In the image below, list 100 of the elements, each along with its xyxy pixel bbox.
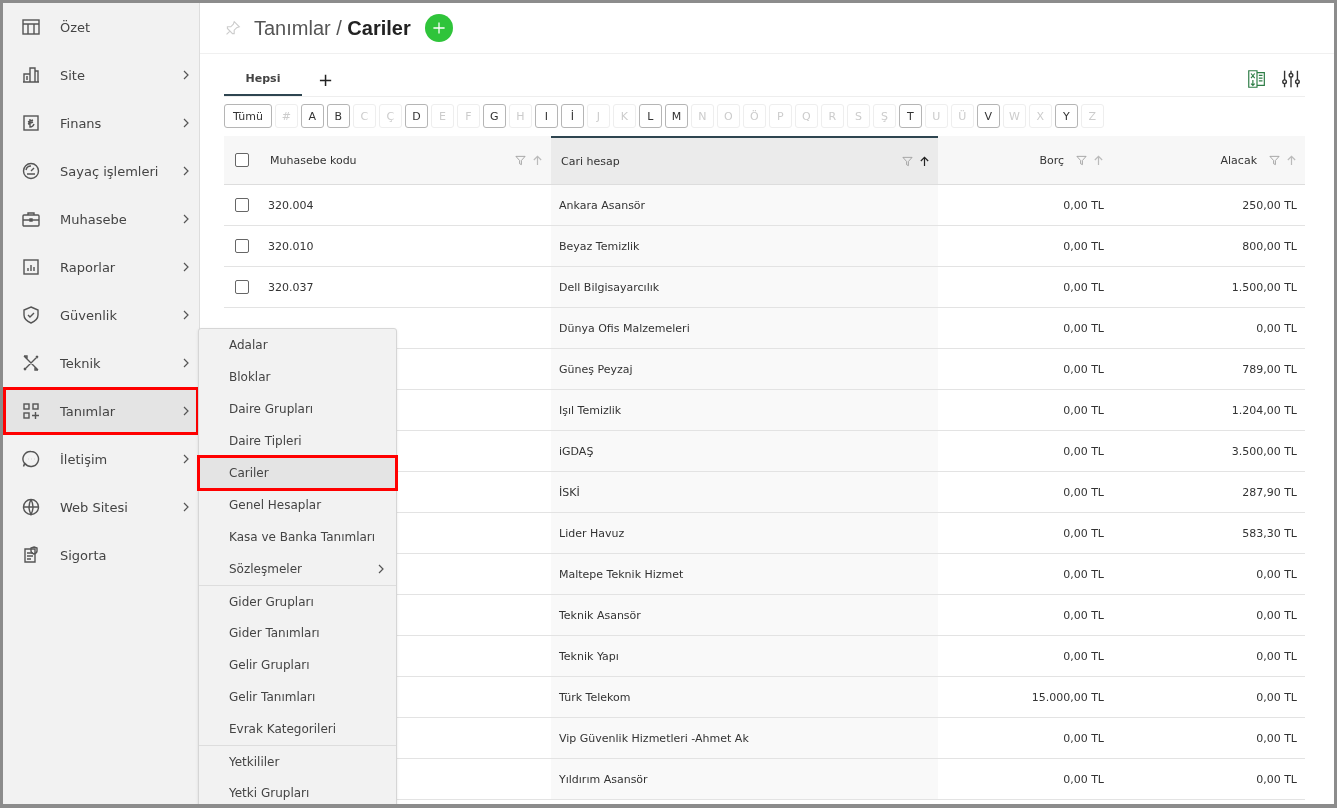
column-header[interactable]: Alacak xyxy=(1112,136,1305,184)
amount-cell: 0,00 TL xyxy=(1063,526,1104,540)
pin-icon[interactable] xyxy=(224,19,241,37)
menu-item[interactable]: Cariler xyxy=(199,457,396,489)
letter-filter-button[interactable]: M xyxy=(664,104,688,128)
filter-icon[interactable] xyxy=(902,155,913,167)
letter-filter-button[interactable]: Y xyxy=(1054,104,1078,128)
checkbox[interactable] xyxy=(235,239,249,253)
tools-icon xyxy=(21,353,41,373)
add-tab-button[interactable]: + xyxy=(306,62,346,96)
name-cell: Türk Telekom xyxy=(559,690,631,704)
plus-icon xyxy=(430,20,447,36)
amount-cell: 789,00 TL xyxy=(1242,362,1297,376)
settings-sliders-icon[interactable] xyxy=(1280,68,1302,90)
chevron-right-icon xyxy=(181,310,191,320)
sidebar-item[interactable]: Güvenlik xyxy=(3,291,199,339)
name-cell: Vip Güvenlik Hizmetleri -Ahmet Ak xyxy=(559,731,749,745)
menu-item[interactable]: Adalar xyxy=(199,329,396,361)
tab[interactable]: Hepsi xyxy=(224,62,302,96)
menu-item[interactable]: Bloklar xyxy=(199,361,396,393)
filter-icon[interactable] xyxy=(1269,154,1280,166)
amount-cell: 1.204,00 TL xyxy=(1231,403,1297,417)
name-cell: Ankara Asansör xyxy=(559,198,646,212)
amount-cell: 0,00 TL xyxy=(1063,772,1104,786)
sort-arrow-icon[interactable] xyxy=(919,155,930,167)
checkbox[interactable] xyxy=(235,198,249,212)
excel-export-icon[interactable] xyxy=(1246,68,1268,90)
sidebar-item[interactable]: Özet xyxy=(3,3,199,51)
sidebar-item[interactable]: Sigorta xyxy=(3,531,199,579)
amount-cell: 0,00 TL xyxy=(1063,198,1104,212)
filter-icon[interactable] xyxy=(515,154,526,166)
menu-item[interactable]: Yetkililer xyxy=(199,745,396,777)
sidebar-item[interactable]: Teknik xyxy=(3,339,199,387)
menu-item[interactable]: Gelir Tanımları xyxy=(199,681,396,713)
menu-item[interactable]: Gider Tanımları xyxy=(199,617,396,649)
chevron-right-icon xyxy=(181,454,191,464)
column-header[interactable]: Borç xyxy=(938,136,1112,184)
letter-filter-button[interactable]: V xyxy=(976,104,1000,128)
sidebar-item[interactable]: Muhasebe xyxy=(3,195,199,243)
menu-item[interactable]: Yetki Grupları xyxy=(199,777,396,804)
sidebar-item[interactable]: İletişim xyxy=(3,435,199,483)
amount-cell: 0,00 TL xyxy=(1256,608,1297,622)
add-button[interactable] xyxy=(424,14,453,42)
chart-icon xyxy=(21,257,41,277)
letter-filter-button[interactable]: L xyxy=(638,104,662,128)
code-cell: 320.037 xyxy=(268,280,314,294)
name-cell: Dünya Ofis Malzemeleri xyxy=(559,321,690,335)
sidebar-item[interactable]: Site xyxy=(3,51,199,99)
page-title: Tanımlar / Cariler xyxy=(254,16,411,40)
name-cell: Teknik Yapı xyxy=(559,649,619,663)
column-header[interactable]: Cari hesap xyxy=(551,136,938,184)
letter-filter-button[interactable]: A xyxy=(300,104,324,128)
table-icon xyxy=(21,17,41,37)
amount-cell: 0,00 TL xyxy=(1063,280,1104,294)
column-header[interactable]: Muhasebe kodu xyxy=(260,136,551,184)
chevron-right-icon xyxy=(181,262,191,272)
letter-filter-button[interactable]: T xyxy=(898,104,922,128)
amount-cell: 0,00 TL xyxy=(1256,567,1297,581)
letter-filter-button[interactable]: Tümü xyxy=(224,104,272,128)
chevron-right-icon xyxy=(181,118,191,128)
menu-item[interactable]: Kasa ve Banka Tanımları xyxy=(199,521,396,553)
menu-item[interactable]: Daire Tipleri xyxy=(199,425,396,457)
amount-cell: 0,00 TL xyxy=(1063,321,1104,335)
amount-cell: 0,00 TL xyxy=(1063,567,1104,581)
checkbox[interactable] xyxy=(235,153,249,167)
briefcase-icon xyxy=(21,209,41,229)
sidebar-item[interactable]: Finans xyxy=(3,99,199,147)
amount-cell: 0,00 TL xyxy=(1063,649,1104,663)
lira-icon xyxy=(21,113,41,133)
amount-cell: 0,00 TL xyxy=(1256,731,1297,745)
name-cell: İSKİ xyxy=(559,485,580,499)
name-cell: Maltepe Teknik Hizmet xyxy=(559,567,684,581)
letter-filter-button[interactable]: I xyxy=(534,104,558,128)
letter-filter-button[interactable]: D xyxy=(404,104,428,128)
menu-item[interactable]: Gider Grupları xyxy=(199,585,396,617)
sidebar-item[interactable]: Sayaç işlemleri xyxy=(3,147,199,195)
sidebar-item[interactable]: Raporlar xyxy=(3,243,199,291)
building-icon xyxy=(21,65,41,85)
menu-item[interactable]: Sözleşmeler xyxy=(199,553,396,585)
gauge-icon xyxy=(21,161,41,181)
menu-item[interactable]: Evrak Kategorileri xyxy=(199,713,396,745)
amount-cell: 0,00 TL xyxy=(1256,321,1297,335)
sidebar-item[interactable]: Tanımlar xyxy=(3,387,199,435)
amount-cell: 0,00 TL xyxy=(1063,731,1104,745)
amount-cell: 287,90 TL xyxy=(1242,485,1297,499)
menu-item[interactable]: Daire Grupları xyxy=(199,393,396,425)
checkbox[interactable] xyxy=(235,280,249,294)
letter-filter-button[interactable]: G xyxy=(482,104,506,128)
amount-cell: 0,00 TL xyxy=(1063,485,1104,499)
menu-item[interactable]: Gelir Grupları xyxy=(199,649,396,681)
name-cell: iGDAŞ xyxy=(559,444,594,458)
letter-filter-button[interactable]: İ xyxy=(560,104,584,128)
sidebar-item[interactable]: Web Sitesi xyxy=(3,483,199,531)
letter-filter-button[interactable]: B xyxy=(326,104,350,128)
globe-icon xyxy=(21,497,41,517)
menu-item[interactable]: Genel Hesaplar xyxy=(199,489,396,521)
chevron-right-icon xyxy=(181,214,191,224)
name-cell: Güneş Peyzaj xyxy=(559,362,633,376)
amount-cell: 0,00 TL xyxy=(1063,362,1104,376)
filter-icon[interactable] xyxy=(1076,154,1087,166)
